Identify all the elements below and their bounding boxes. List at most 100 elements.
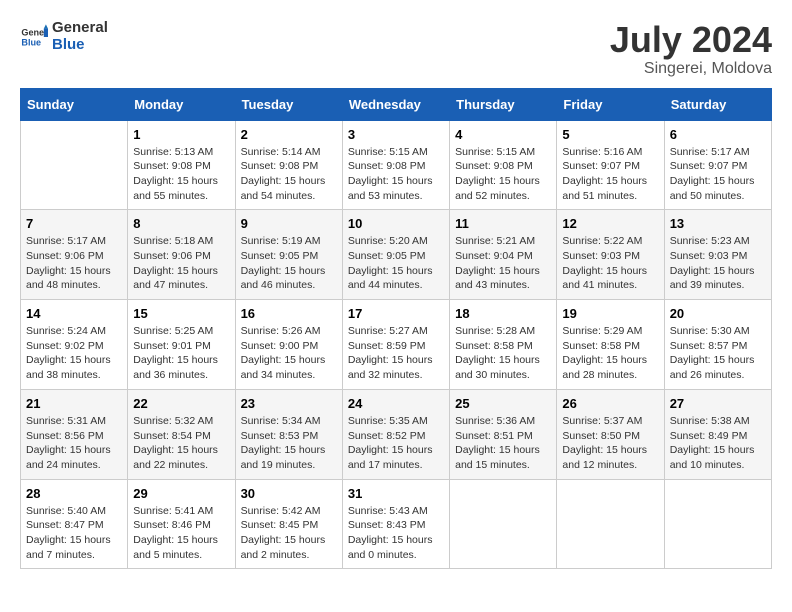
column-header-wednesday: Wednesday bbox=[342, 88, 449, 120]
day-info: Sunrise: 5:13 AM Sunset: 9:08 PM Dayligh… bbox=[133, 145, 229, 204]
day-info: Sunrise: 5:21 AM Sunset: 9:04 PM Dayligh… bbox=[455, 234, 551, 293]
logo-blue: Blue bbox=[52, 37, 108, 54]
day-number: 14 bbox=[26, 306, 122, 321]
day-cell: 6Sunrise: 5:17 AM Sunset: 9:07 PM Daylig… bbox=[664, 120, 771, 210]
logo: General Blue General Blue bbox=[20, 20, 108, 53]
day-number: 3 bbox=[348, 127, 444, 142]
day-number: 27 bbox=[670, 396, 766, 411]
day-number: 13 bbox=[670, 216, 766, 231]
week-row-2: 7Sunrise: 5:17 AM Sunset: 9:06 PM Daylig… bbox=[21, 210, 772, 300]
day-info: Sunrise: 5:40 AM Sunset: 8:47 PM Dayligh… bbox=[26, 504, 122, 563]
day-number: 17 bbox=[348, 306, 444, 321]
day-number: 31 bbox=[348, 486, 444, 501]
day-cell: 25 Sunrise: 5:36 AM Sunset: 8:51 PM Dayli… bbox=[450, 389, 557, 479]
day-info: Sunrise: 5:27 AM Sunset: 8:59 PM Dayligh… bbox=[348, 324, 444, 383]
day-cell: 15 Sunrise: 5:25 AM Sunset: 9:01 PM Dayli… bbox=[128, 300, 235, 390]
column-header-friday: Friday bbox=[557, 88, 664, 120]
column-header-monday: Monday bbox=[128, 88, 235, 120]
day-info: Sunrise: 5:15 AM Sunset: 9:08 PM Dayligh… bbox=[348, 145, 444, 204]
column-header-sunday: Sunday bbox=[21, 88, 128, 120]
day-number: 18 bbox=[455, 306, 551, 321]
day-cell: 17 Sunrise: 5:27 AM Sunset: 8:59 PM Dayli… bbox=[342, 300, 449, 390]
column-header-saturday: Saturday bbox=[664, 88, 771, 120]
day-info: Sunrise: 5:18 AM Sunset: 9:06 PM Dayligh… bbox=[133, 234, 229, 293]
day-number: 28 bbox=[26, 486, 122, 501]
day-cell bbox=[21, 120, 128, 210]
day-cell: 5 Sunrise: 5:16 AM Sunset: 9:07 PM Daylig… bbox=[557, 120, 664, 210]
day-cell bbox=[557, 479, 664, 569]
day-number: 16 bbox=[241, 306, 337, 321]
day-cell: 11Sunrise: 5:21 AM Sunset: 9:04 PM Dayli… bbox=[450, 210, 557, 300]
day-number: 29 bbox=[133, 486, 229, 501]
page-subtitle: Singerei, Moldova bbox=[610, 60, 772, 78]
day-info: Sunrise: 5:14 AM Sunset: 9:08 PM Dayligh… bbox=[241, 145, 337, 204]
svg-text:Blue: Blue bbox=[21, 37, 41, 47]
page-header: General Blue General Blue July 2024 Sing… bbox=[20, 20, 772, 78]
day-info: Sunrise: 5:20 AM Sunset: 9:05 PM Dayligh… bbox=[348, 234, 444, 293]
day-number: 10 bbox=[348, 216, 444, 231]
day-info: Sunrise: 5:23 AM Sunset: 9:03 PM Dayligh… bbox=[670, 234, 766, 293]
day-cell: 10 Sunrise: 5:20 AM Sunset: 9:05 PM Dayli… bbox=[342, 210, 449, 300]
day-number: 5 bbox=[562, 127, 658, 142]
day-cell: 12 Sunrise: 5:22 AM Sunset: 9:03 PM Dayli… bbox=[557, 210, 664, 300]
day-number: 20 bbox=[670, 306, 766, 321]
day-info: Sunrise: 5:31 AM Sunset: 8:56 PM Dayligh… bbox=[26, 414, 122, 473]
day-info: Sunrise: 5:42 AM Sunset: 8:45 PM Dayligh… bbox=[241, 504, 337, 563]
calendar-table: SundayMondayTuesdayWednesdayThursdayFrid… bbox=[20, 88, 772, 570]
day-cell: 23 Sunrise: 5:34 AM Sunset: 8:53 PM Dayli… bbox=[235, 389, 342, 479]
day-info: Sunrise: 5:17 AM Sunset: 9:06 PM Dayligh… bbox=[26, 234, 122, 293]
day-info: Sunrise: 5:26 AM Sunset: 9:00 PM Dayligh… bbox=[241, 324, 337, 383]
day-info: Sunrise: 5:16 AM Sunset: 9:07 PM Dayligh… bbox=[562, 145, 658, 204]
day-cell: 9Sunrise: 5:19 AM Sunset: 9:05 PM Daylig… bbox=[235, 210, 342, 300]
day-number: 30 bbox=[241, 486, 337, 501]
day-info: Sunrise: 5:15 AM Sunset: 9:08 PM Dayligh… bbox=[455, 145, 551, 204]
day-cell: 27 Sunrise: 5:38 AM Sunset: 8:49 PM Dayli… bbox=[664, 389, 771, 479]
day-cell: 16 Sunrise: 5:26 AM Sunset: 9:00 PM Dayli… bbox=[235, 300, 342, 390]
week-row-5: 28 Sunrise: 5:40 AM Sunset: 8:47 PM Dayli… bbox=[21, 479, 772, 569]
day-number: 9 bbox=[241, 216, 337, 231]
day-info: Sunrise: 5:17 AM Sunset: 9:07 PM Dayligh… bbox=[670, 145, 766, 204]
day-number: 22 bbox=[133, 396, 229, 411]
day-number: 24 bbox=[348, 396, 444, 411]
page-title: July 2024 bbox=[610, 20, 772, 60]
day-info: Sunrise: 5:29 AM Sunset: 8:58 PM Dayligh… bbox=[562, 324, 658, 383]
day-number: 23 bbox=[241, 396, 337, 411]
day-cell: 30 Sunrise: 5:42 AM Sunset: 8:45 PM Dayli… bbox=[235, 479, 342, 569]
day-info: Sunrise: 5:43 AM Sunset: 8:43 PM Dayligh… bbox=[348, 504, 444, 563]
day-cell: 24 Sunrise: 5:35 AM Sunset: 8:52 PM Dayli… bbox=[342, 389, 449, 479]
day-number: 8 bbox=[133, 216, 229, 231]
day-cell: 28 Sunrise: 5:40 AM Sunset: 8:47 PM Dayli… bbox=[21, 479, 128, 569]
day-number: 25 bbox=[455, 396, 551, 411]
day-cell: 2 Sunrise: 5:14 AM Sunset: 9:08 PM Daylig… bbox=[235, 120, 342, 210]
day-cell: 13 Sunrise: 5:23 AM Sunset: 9:03 PM Dayli… bbox=[664, 210, 771, 300]
logo-icon: General Blue bbox=[20, 23, 48, 51]
day-cell: 31 Sunrise: 5:43 AM Sunset: 8:43 PM Dayli… bbox=[342, 479, 449, 569]
day-number: 15 bbox=[133, 306, 229, 321]
day-cell: 22 Sunrise: 5:32 AM Sunset: 8:54 PM Dayli… bbox=[128, 389, 235, 479]
day-info: Sunrise: 5:35 AM Sunset: 8:52 PM Dayligh… bbox=[348, 414, 444, 473]
header-row: SundayMondayTuesdayWednesdayThursdayFrid… bbox=[21, 88, 772, 120]
day-number: 1 bbox=[133, 127, 229, 142]
day-info: Sunrise: 5:38 AM Sunset: 8:49 PM Dayligh… bbox=[670, 414, 766, 473]
day-cell: 29Sunrise: 5:41 AM Sunset: 8:46 PM Dayli… bbox=[128, 479, 235, 569]
day-cell bbox=[664, 479, 771, 569]
day-number: 21 bbox=[26, 396, 122, 411]
day-info: Sunrise: 5:36 AM Sunset: 8:51 PM Dayligh… bbox=[455, 414, 551, 473]
day-cell: 3 Sunrise: 5:15 AM Sunset: 9:08 PM Daylig… bbox=[342, 120, 449, 210]
day-cell bbox=[450, 479, 557, 569]
day-cell: 7Sunrise: 5:17 AM Sunset: 9:06 PM Daylig… bbox=[21, 210, 128, 300]
day-cell: 8 Sunrise: 5:18 AM Sunset: 9:06 PM Daylig… bbox=[128, 210, 235, 300]
day-info: Sunrise: 5:34 AM Sunset: 8:53 PM Dayligh… bbox=[241, 414, 337, 473]
title-area: July 2024 Singerei, Moldova bbox=[610, 20, 772, 78]
day-info: Sunrise: 5:30 AM Sunset: 8:57 PM Dayligh… bbox=[670, 324, 766, 383]
day-info: Sunrise: 5:22 AM Sunset: 9:03 PM Dayligh… bbox=[562, 234, 658, 293]
day-number: 2 bbox=[241, 127, 337, 142]
day-info: Sunrise: 5:32 AM Sunset: 8:54 PM Dayligh… bbox=[133, 414, 229, 473]
day-info: Sunrise: 5:37 AM Sunset: 8:50 PM Dayligh… bbox=[562, 414, 658, 473]
week-row-3: 14Sunrise: 5:24 AM Sunset: 9:02 PM Dayli… bbox=[21, 300, 772, 390]
day-cell: 14Sunrise: 5:24 AM Sunset: 9:02 PM Dayli… bbox=[21, 300, 128, 390]
day-info: Sunrise: 5:25 AM Sunset: 9:01 PM Dayligh… bbox=[133, 324, 229, 383]
day-number: 12 bbox=[562, 216, 658, 231]
week-row-1: 1 Sunrise: 5:13 AM Sunset: 9:08 PM Daylig… bbox=[21, 120, 772, 210]
day-cell: 26Sunrise: 5:37 AM Sunset: 8:50 PM Dayli… bbox=[557, 389, 664, 479]
